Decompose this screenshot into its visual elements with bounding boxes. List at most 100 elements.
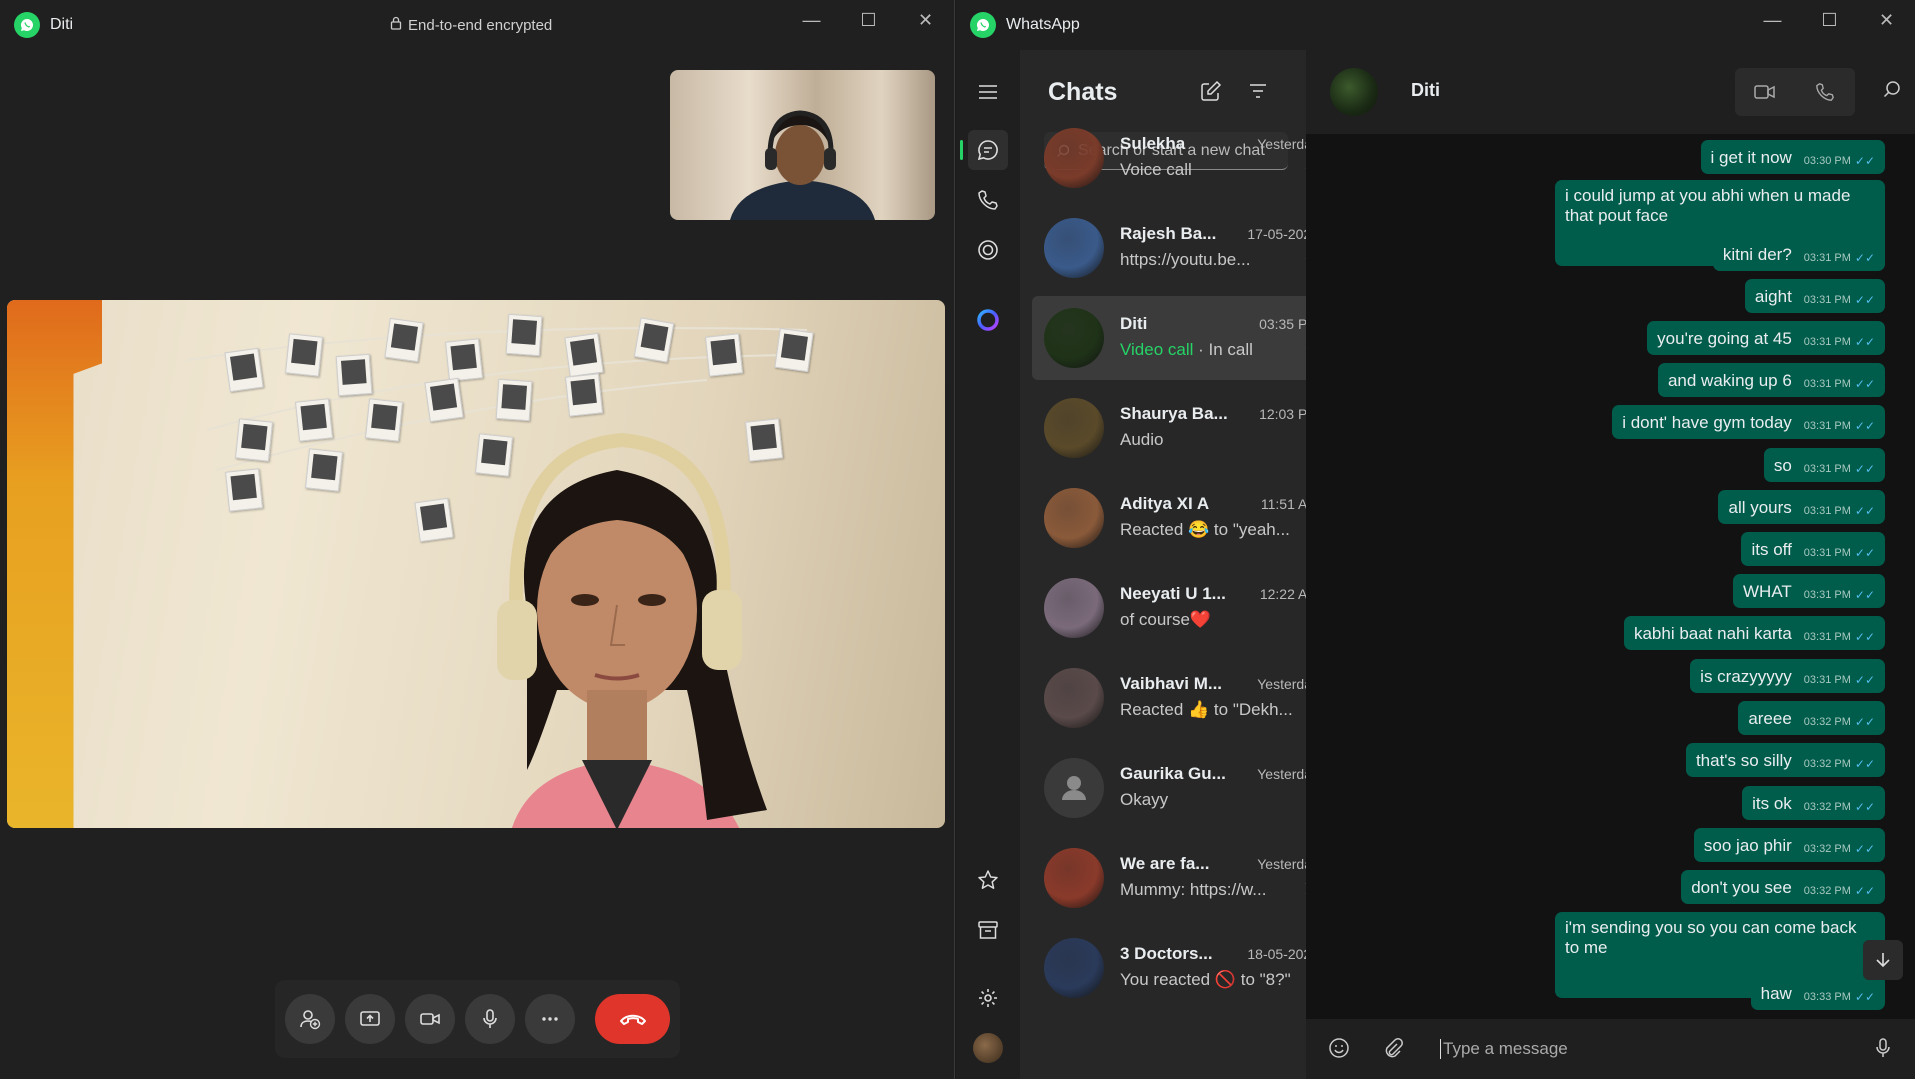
menu-button[interactable] [968,72,1008,112]
read-tick-icon: ✓✓ [1854,251,1875,265]
chat-list-item[interactable]: Neeyati U 1... 12:22 AM of course❤️ [1032,566,1337,650]
chat-list-item[interactable]: Aditya XI A 11:51 AM Reacted 😂 to "yeah... [1032,476,1337,560]
message-time: 03:31 PM [1803,294,1851,306]
voice-message-button[interactable] [1873,1037,1893,1064]
message-input[interactable]: Type a message [1440,1039,1568,1059]
search-icon [1883,81,1900,98]
message-bubble[interactable]: you're going at 45 03:31 PM ✓✓ [1647,321,1885,355]
message-time: 03:33 PM [1803,991,1851,1003]
wall-photo [565,373,603,417]
conversation-panel: Diti i get it now 03:30 PM ✓✓ i could jump … [1306,50,1915,1079]
video-call-window: Diti End-to-end encrypted — ☐ ✕ [0,0,955,1079]
contact-name[interactable]: Diti [1411,80,1440,101]
whatsapp-window-controls: — ☐ ✕ [1744,0,1915,40]
camera-toggle-button[interactable] [405,994,455,1044]
message-bubble[interactable]: kitni der? 03:31 PM ✓✓ [1712,237,1885,271]
share-screen-button[interactable] [345,994,395,1044]
message-bubble[interactable]: all yours 03:31 PM ✓✓ [1718,490,1885,524]
conversation-header[interactable]: Diti [1306,50,1915,134]
message-meta: 03:32 PM✓✓ [1804,884,1875,898]
self-video-preview[interactable] [670,70,935,220]
message-time: 03:32 PM [1803,758,1851,770]
message-bubble[interactable]: that's so silly 03:32 PM ✓✓ [1685,743,1885,777]
message-bubble[interactable]: don't you see 03:32 PM ✓✓ [1681,870,1885,904]
nav-settings[interactable] [968,978,1008,1018]
chat-name: Aditya XI A [1120,494,1210,513]
message-bubble[interactable]: soo jao phir 03:32 PM ✓✓ [1693,828,1885,862]
nav-archived[interactable] [968,910,1008,950]
video-call-button[interactable] [1735,68,1795,116]
attach-button[interactable] [1382,1037,1404,1064]
chat-preview-text: Reacted 👍 to "Dekh... [1120,700,1293,719]
message-bubble[interactable]: kabhi baat nahi karta 03:31 PM ✓✓ [1623,616,1885,650]
paperclip-icon [1385,1038,1403,1058]
message-meta: 03:31 PM ✓✓ [1804,251,1875,265]
maximize-button[interactable]: ☐ [840,0,897,40]
message-meta: 03:30 PM✓✓ [1804,154,1875,168]
close-button[interactable]: ✕ [1858,0,1915,40]
wall-photo [285,333,323,377]
wall-photo [384,317,424,363]
message-bubble[interactable]: and waking up 6 03:31 PM ✓✓ [1657,363,1885,397]
message-bubble[interactable]: its ok 03:32 PM ✓✓ [1742,786,1885,820]
message-text: don't you see [1691,878,1792,897]
message-bubble[interactable]: i get it now 03:30 PM ✓✓ [1700,140,1885,174]
hang-up-icon [619,1014,646,1025]
message-bubble[interactable]: i dont' have gym today 03:31 PM ✓✓ [1612,405,1885,439]
message-text: WHAT [1743,582,1792,601]
chat-list-item[interactable]: Rajesh Ba... 17-05-2025 https://youtu.be..… [1032,206,1337,290]
more-options-button[interactable] [525,994,575,1044]
message-text: that's so silly [1695,751,1792,770]
chat-preview-text: Voice call [1120,160,1192,179]
read-tick-icon: ✓✓ [1854,757,1875,771]
message-bubble[interactable]: so 03:31 PM ✓✓ [1763,448,1885,482]
maximize-button[interactable]: ☐ [1801,0,1858,40]
nav-meta-ai[interactable] [968,300,1008,340]
chat-list-item[interactable]: We are fa... Yesterday Mummy: https://w... [1032,836,1337,920]
read-tick-icon: ✓✓ [1854,884,1875,898]
read-tick-icon: ✓✓ [1854,335,1875,349]
message-bubble[interactable]: haw 03:33 PM ✓✓ [1750,976,1885,1010]
new-chat-button[interactable] [1200,80,1222,107]
search-messages-button[interactable] [1883,80,1901,103]
nav-status[interactable] [968,230,1008,270]
minimize-button[interactable]: — [783,0,840,40]
contact-avatar[interactable] [1330,68,1378,116]
read-tick-icon: ✓✓ [1854,293,1875,307]
chat-list-item[interactable]: Shaurya Ba... 12:03 PM Audio [1032,386,1337,470]
chat-list-item[interactable]: Sulekha Yesterday Voice call [1032,116,1337,200]
nav-profile[interactable] [968,1028,1008,1068]
minimize-button[interactable]: — [1744,0,1801,40]
emoji-button[interactable] [1328,1037,1350,1064]
call-buttons-group [1735,68,1855,116]
chat-list-item[interactable]: Gaurika Gu... Yesterday Okayy [1032,746,1337,830]
nav-chats[interactable] [960,130,1008,170]
message-meta: 03:31 PM ✓✓ [1804,419,1875,433]
chat-list-item[interactable]: Diti 03:35 PM Video call · In call [1032,296,1337,380]
message-bubble[interactable]: aight 03:31 PM ✓✓ [1744,279,1885,313]
microphone-toggle-button[interactable] [465,994,515,1044]
end-call-button[interactable] [595,994,670,1044]
message-bubble[interactable]: is crazyyyyy 03:31 PM ✓✓ [1690,659,1885,693]
message-time: 03:31 PM [1803,420,1851,432]
chat-list-item[interactable]: Vaibhavi M... Yesterday Reacted 👍 to "Dekh… [1032,656,1337,740]
message-text: areee [1748,709,1792,728]
close-button[interactable]: ✕ [897,0,954,40]
message-bubble[interactable]: WHAT 03:31 PM ✓✓ [1733,574,1885,608]
message-bubble[interactable]: areee 03:32 PM ✓✓ [1738,701,1885,735]
message-bubble[interactable]: its off 03:31 PM ✓✓ [1741,532,1885,566]
filter-chats-button[interactable] [1248,82,1268,105]
chat-list-item[interactable]: 3 Doctors... 18-05-2025 You reacted 🚫 to "… [1032,926,1337,1010]
call-window-title: Diti [50,16,74,33]
encryption-text: End-to-end encrypted [408,16,553,34]
voice-call-button[interactable] [1795,68,1855,116]
chats-heading: Chats [1048,78,1118,106]
add-participant-button[interactable] [285,994,335,1044]
scroll-to-bottom-button[interactable] [1863,940,1903,980]
wall-photo [414,497,454,543]
chat-list-panel: Chats Search or start a new chat Sulekha… [1020,50,1365,1079]
nav-starred[interactable] [968,860,1008,900]
microphone-icon [483,1009,497,1028]
message-meta: 03:32 PM✓✓ [1804,757,1875,771]
nav-calls[interactable] [968,180,1008,220]
